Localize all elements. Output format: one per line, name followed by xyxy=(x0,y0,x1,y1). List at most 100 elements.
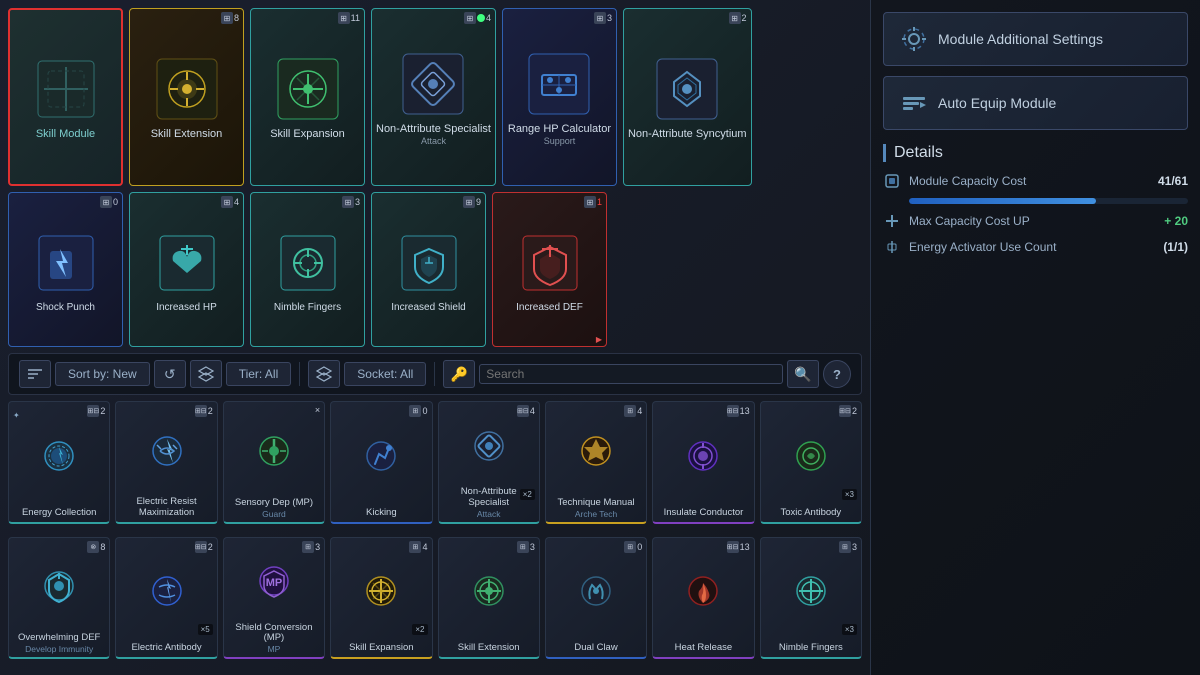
card-name: Skill Expansion xyxy=(349,643,413,654)
card-badge: ⊞4 xyxy=(464,12,491,24)
inv-badge-left: ✦ xyxy=(13,405,20,423)
max-capacity-value: + 20 xyxy=(1164,214,1188,228)
multiplier: ×3 xyxy=(842,489,857,500)
inv-energy-collection[interactable]: ⊞⊟2 ✦ Energy Collection xyxy=(8,401,110,524)
card-name: Skill Extension xyxy=(458,643,520,654)
card-name: Skill Extension xyxy=(151,128,223,141)
sort-icon-btn[interactable] xyxy=(19,360,51,388)
empty-module-slot[interactable]: Skill Module xyxy=(8,8,123,186)
card-badge: ⊞0 xyxy=(100,196,118,208)
inv-shield-conversion[interactable]: ⊞3 MP Shield Conversion (MP) MP xyxy=(223,537,325,660)
sort-by-btn[interactable]: Sort by: New xyxy=(55,362,150,386)
details-section: Details Module Capacity Cost 41/61 xyxy=(883,144,1188,264)
card-sub: Develop Immunity xyxy=(25,644,93,654)
inventory-grid: ⊞⊟2 ✦ Energy Collection ⊞⊟2 xyxy=(8,401,862,667)
inv-badge: ⊞0 xyxy=(624,541,642,553)
inv-badge: ⊞⊟2 xyxy=(195,405,213,417)
inv-badge: ⊞⊟2 xyxy=(195,541,213,553)
socket-btn[interactable]: Socket: All xyxy=(344,362,426,386)
card-name: Toxic Antibody xyxy=(780,508,841,519)
card-sub: MP xyxy=(268,644,281,654)
auto-equip-label: Auto Equip Module xyxy=(938,95,1056,111)
card-sub: Attack xyxy=(477,509,501,519)
equipped-increased-shield[interactable]: ⊞9 Increased Shield xyxy=(371,192,486,347)
card-name: Increased Shield xyxy=(391,302,466,314)
equipped-non-attr-syncytium[interactable]: ⊞2 Non-Attribute Syncytium xyxy=(623,8,752,186)
inv-electric-resist[interactable]: ⊞⊟2 Electric Resist Maximization xyxy=(115,401,217,524)
energy-icon xyxy=(883,238,901,256)
max-capacity-label: Max Capacity Cost UP xyxy=(909,214,1156,228)
top-equipped-row: Skill Module ⊞8 xyxy=(8,8,862,186)
tier-layer-icon[interactable] xyxy=(190,360,222,388)
inv-badge: ⊞⊟2 xyxy=(839,405,857,417)
energy-row: Energy Activator Use Count (1/1) xyxy=(883,238,1188,256)
inv-heat-release[interactable]: ⊞⊟13 Heat Release xyxy=(652,537,754,660)
search-btn[interactable]: 🔍 xyxy=(787,360,819,388)
card-name: Technique Manual xyxy=(558,498,635,509)
card-badge: ⊞9 xyxy=(463,196,481,208)
auto-equip-icon xyxy=(900,89,928,117)
equipped-increased-hp[interactable]: ⊞4 Increased HP xyxy=(129,192,244,347)
inv-nimble-fingers2[interactable]: ⊞3 ×3 Nimble Fingers xyxy=(760,537,862,660)
module-settings-label: Module Additional Settings xyxy=(938,31,1103,47)
card-badge: ⊞2 xyxy=(729,12,747,24)
card-name: Skill Expansion xyxy=(270,128,345,141)
card-name: Shield Conversion (MP) xyxy=(227,623,321,645)
inv-overwhelming-def[interactable]: ⊗8 Overwhelming DEF Develop Immunity xyxy=(8,537,110,660)
equipped-nimble-fingers[interactable]: ⊞3 Nimble Fingers xyxy=(250,192,365,347)
empty-slot-label: Skill Module xyxy=(36,128,95,141)
inv-insulate-conductor[interactable]: ⊞⊟13 Insulate Conductor xyxy=(652,401,754,524)
inv-kicking[interactable]: ⊞0 Kicking xyxy=(330,401,432,524)
equipped-increased-def[interactable]: ⊞1 Increased DEF ▶ xyxy=(492,192,607,347)
energy-value: (1/1) xyxy=(1163,240,1188,254)
capacity-label: Module Capacity Cost xyxy=(909,174,1150,188)
socket-layer-icon[interactable] xyxy=(308,360,340,388)
multiplier: ×2 xyxy=(412,624,427,635)
energy-label: Energy Activator Use Count xyxy=(909,240,1155,254)
inv-skill-expansion2[interactable]: ⊞4 ×2 Skill Expansion xyxy=(330,537,432,660)
card-name: Energy Collection xyxy=(22,508,96,519)
multiplier: ×3 xyxy=(842,624,857,635)
capacity-value: 41/61 xyxy=(1158,174,1188,188)
inv-badge: ⊞3 xyxy=(517,541,535,553)
card-name: Sensory Dep (MP) xyxy=(235,498,313,509)
tier-btn[interactable]: Tier: All xyxy=(226,362,292,386)
reset-btn[interactable]: ↺ xyxy=(154,360,186,388)
equipped-range-hp[interactable]: ⊞3 Range HP Calculator Support xyxy=(502,8,617,186)
inv-technique-manual[interactable]: ⊞4 Technique Manual Arche Tech xyxy=(545,401,647,524)
right-panel: Module Additional Settings Auto Equip Mo… xyxy=(870,0,1200,675)
equipped-shock-punch[interactable]: ⊞0 Shock Punch xyxy=(8,192,123,347)
inv-skill-extension2[interactable]: ⊞3 Skill Extension xyxy=(438,537,540,660)
multiplier: ×2 xyxy=(520,489,535,500)
inv-badge: ⊞⊟4 xyxy=(517,405,535,417)
inv-badge: ⊞⊟2 xyxy=(87,405,105,417)
search-input[interactable] xyxy=(486,367,776,381)
filter-bar: Sort by: New ↺ Tier: All Socket: All 🔑 xyxy=(8,353,862,395)
left-panel: Skill Module ⊞8 xyxy=(0,0,870,675)
capacity-bar xyxy=(909,198,1188,204)
inv-sensory-dep[interactable]: × Sensory Dep (MP) Guard xyxy=(223,401,325,524)
auto-equip-btn[interactable]: Auto Equip Module xyxy=(883,76,1188,130)
max-capacity-row: Max Capacity Cost UP + 20 xyxy=(883,212,1188,230)
divider2 xyxy=(434,362,435,386)
inv-badge: ⊞⊟13 xyxy=(727,405,750,417)
equipped-skill-expansion[interactable]: ⊞11 Skill Expansion xyxy=(250,8,365,186)
equipped-non-attr-specialist[interactable]: ⊞4 Non-Attribute Specialist Attack xyxy=(371,8,496,186)
inv-dual-claw[interactable]: ⊞0 Dual Claw xyxy=(545,537,647,660)
card-name: Non-Attribute Syncytium xyxy=(628,128,747,141)
module-settings-btn[interactable]: Module Additional Settings xyxy=(883,12,1188,66)
inv-electric-antibody[interactable]: ⊞⊟2 ×5 Electric Antibody xyxy=(115,537,217,660)
search-container xyxy=(479,364,783,384)
help-btn[interactable]: ? xyxy=(823,360,851,388)
card-badge: ⊞3 xyxy=(342,196,360,208)
equipped-skill-extension[interactable]: ⊞8 Skill Extension xyxy=(129,8,244,186)
card-name: Increased HP xyxy=(156,302,217,314)
inv-toxic-antibody[interactable]: ⊞⊟2 ×3 Toxic Antibody xyxy=(760,401,862,524)
card-name: Kicking xyxy=(366,508,397,519)
card-badge: ⊞8 xyxy=(221,12,239,24)
inv-non-attr-spec[interactable]: ⊞⊟4 ×2 Non-Attribute Specialist Attack xyxy=(438,401,540,524)
inv-badge: ⊞3 xyxy=(302,541,320,553)
settings-icon xyxy=(900,25,928,53)
card-name: Nimble Fingers xyxy=(274,302,341,314)
card-name: Non-Attribute Specialist xyxy=(376,123,491,136)
